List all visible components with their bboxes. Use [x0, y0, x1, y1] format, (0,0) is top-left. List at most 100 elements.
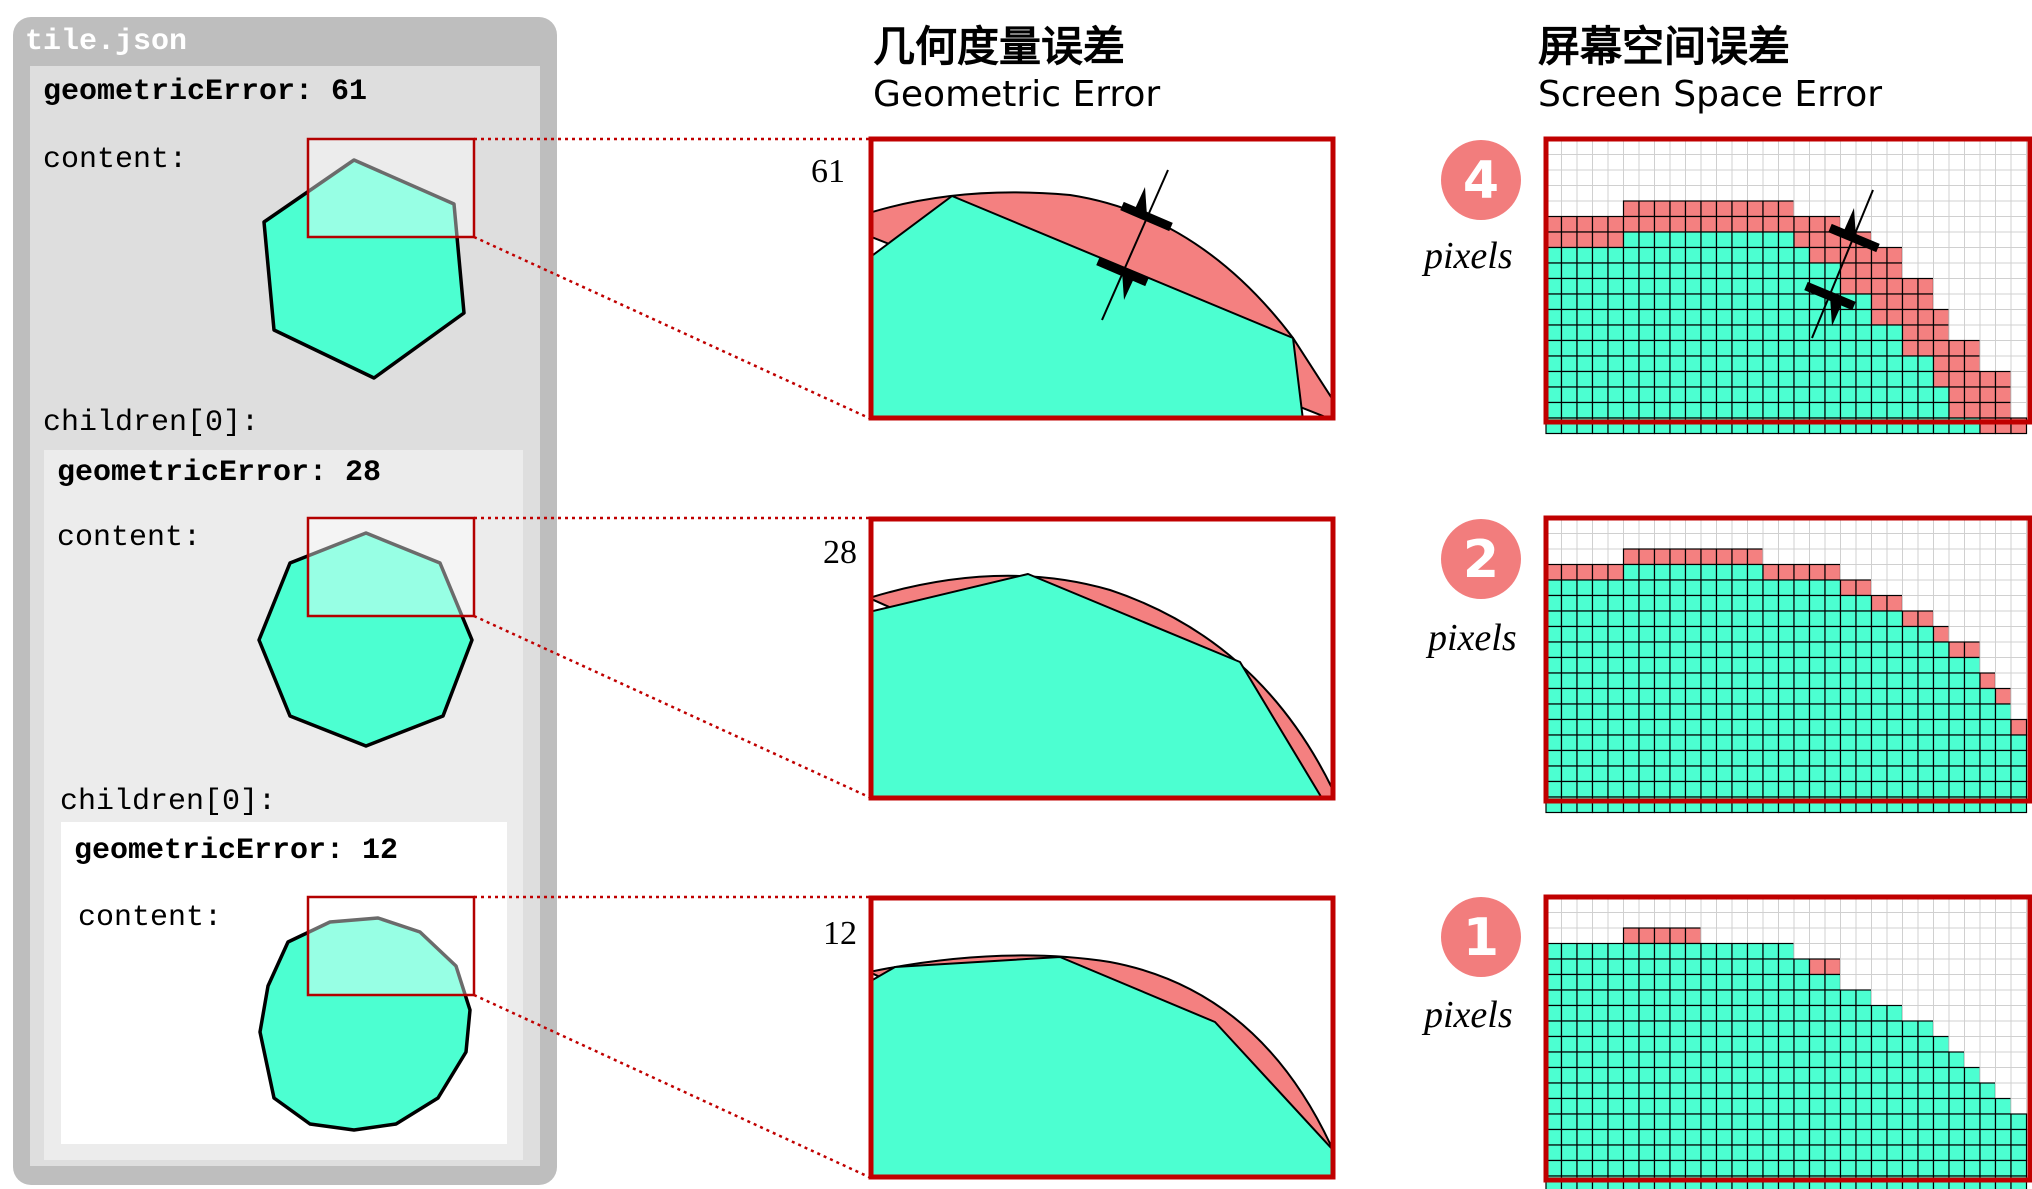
pixel-cell	[1700, 1144, 1718, 1162]
pixel-cell	[1824, 672, 1842, 690]
pixel-cell	[1871, 564, 1888, 581]
pixel-cell	[1669, 1051, 1687, 1069]
pixel-cell	[1731, 324, 1749, 342]
pixel-cell	[1793, 641, 1811, 659]
pixel-cell	[1995, 185, 2012, 202]
screen-space-error-title-en: Screen Space Error	[1538, 74, 1882, 115]
pixel-cell	[1746, 641, 1764, 659]
pixel-cell	[1591, 1082, 1609, 1100]
pixel-cell	[1777, 1128, 1795, 1146]
pixel-cell	[1777, 355, 1795, 373]
pixel-cell	[1591, 1128, 1609, 1146]
pixel-cell	[1731, 734, 1749, 752]
pixel-cell	[1700, 641, 1718, 659]
pixel-cell	[1808, 1066, 1826, 1084]
pixel-cell	[1746, 958, 1764, 976]
pixel-cell	[1684, 231, 1702, 249]
pixel-cell	[1715, 765, 1733, 783]
pixel-cell	[1948, 386, 1966, 404]
pixel-cell	[2010, 780, 2028, 798]
pixel-cell	[1576, 927, 1593, 944]
pixel-cell	[1995, 533, 2012, 550]
pixel-cell	[1808, 215, 1826, 233]
pixel-cell	[1715, 215, 1733, 233]
pixel-cell	[1855, 656, 1873, 674]
pixel-cell	[1607, 277, 1625, 295]
pixel-cell	[1715, 1113, 1733, 1131]
pixel-cell	[1684, 718, 1702, 736]
pixel-cell	[1777, 579, 1795, 597]
pixel-cell	[1622, 749, 1640, 767]
pixel-cell	[1638, 672, 1656, 690]
pixel-cell	[1576, 594, 1594, 612]
pixel-cell	[1607, 370, 1625, 388]
pixel-cell	[1700, 1066, 1718, 1084]
pixel-cell	[1871, 989, 1888, 1006]
pixel-cell	[1901, 703, 1919, 721]
pixel-cell	[1638, 625, 1656, 643]
pixel-cell	[1762, 231, 1780, 249]
pixel-cell	[1653, 594, 1671, 612]
tile-json-panel: tile.json geometricError: 61 content: ch…	[13, 17, 557, 1185]
pixel-cell	[1684, 672, 1702, 690]
pixel-cell	[1932, 641, 1950, 659]
pixel-cell	[1979, 340, 1996, 357]
pixel-cell	[1607, 215, 1625, 233]
pixel-cell	[1607, 989, 1625, 1007]
pixel-cell	[1607, 548, 1624, 565]
pixel-cell	[1824, 989, 1842, 1007]
pixel-cell	[1902, 927, 1919, 944]
pixel-cell	[1995, 216, 2012, 233]
pixel-cell	[1777, 1159, 1795, 1177]
pixel-cell	[1560, 656, 1578, 674]
pixel-cell	[1715, 734, 1733, 752]
pixel-cell	[1715, 1144, 1733, 1162]
pixel-cell	[1870, 594, 1888, 612]
pixel-cell	[1839, 355, 1857, 373]
pixel-cell	[1622, 1020, 1640, 1038]
pixel-cell	[1963, 734, 1981, 752]
pixel-cell	[1591, 215, 1609, 233]
pixel-cell	[1746, 401, 1764, 419]
pixel-cell	[1933, 1005, 1950, 1022]
pixel-cell	[1793, 1128, 1811, 1146]
pixel-cell	[1979, 579, 1996, 596]
pixel-cell	[1622, 262, 1640, 280]
pixel-cell	[1964, 610, 1981, 627]
pixel-cell	[1700, 765, 1718, 783]
pixel-cell	[1809, 185, 1826, 202]
pixel-cell	[1777, 277, 1795, 295]
pixel-cell	[1685, 533, 1702, 550]
pixel-cell	[1979, 564, 1996, 581]
pixel-cell	[1808, 973, 1826, 991]
pixel-cell	[1963, 656, 1981, 674]
pixel-cell	[1979, 231, 1996, 248]
pixel-cell	[1840, 533, 1857, 550]
pixel-cell	[1607, 1144, 1625, 1162]
pixel-cell	[1793, 339, 1811, 357]
pixel-cell	[1948, 324, 1965, 341]
pixel-cell	[2010, 1144, 2028, 1162]
pixel-cell	[1917, 231, 1934, 248]
pixel-cell	[1793, 1020, 1811, 1038]
pixel-cell	[1979, 927, 1996, 944]
pixel-cell	[1870, 703, 1888, 721]
pixel-cell	[1669, 355, 1687, 373]
pixel-cell	[1576, 765, 1594, 783]
pixel-cell	[1808, 958, 1826, 976]
pixel-cell	[1684, 1128, 1702, 1146]
pixel-cell	[1560, 215, 1578, 233]
pixel-cell	[1963, 355, 1981, 373]
pixel-cell	[1576, 548, 1593, 565]
pixel-cell	[1576, 262, 1594, 280]
pixel-cell	[1684, 324, 1702, 342]
pixel-cell	[1917, 324, 1935, 342]
pixel-cell	[1731, 1066, 1749, 1084]
pixel-cell	[1638, 324, 1656, 342]
pixel-cell	[1870, 656, 1888, 674]
pixel-cell	[1716, 154, 1733, 171]
pixel-cell	[1948, 339, 1966, 357]
pixel-cell	[1607, 734, 1625, 752]
pixel-cell	[1777, 625, 1795, 643]
pixel-cell	[1700, 942, 1718, 960]
